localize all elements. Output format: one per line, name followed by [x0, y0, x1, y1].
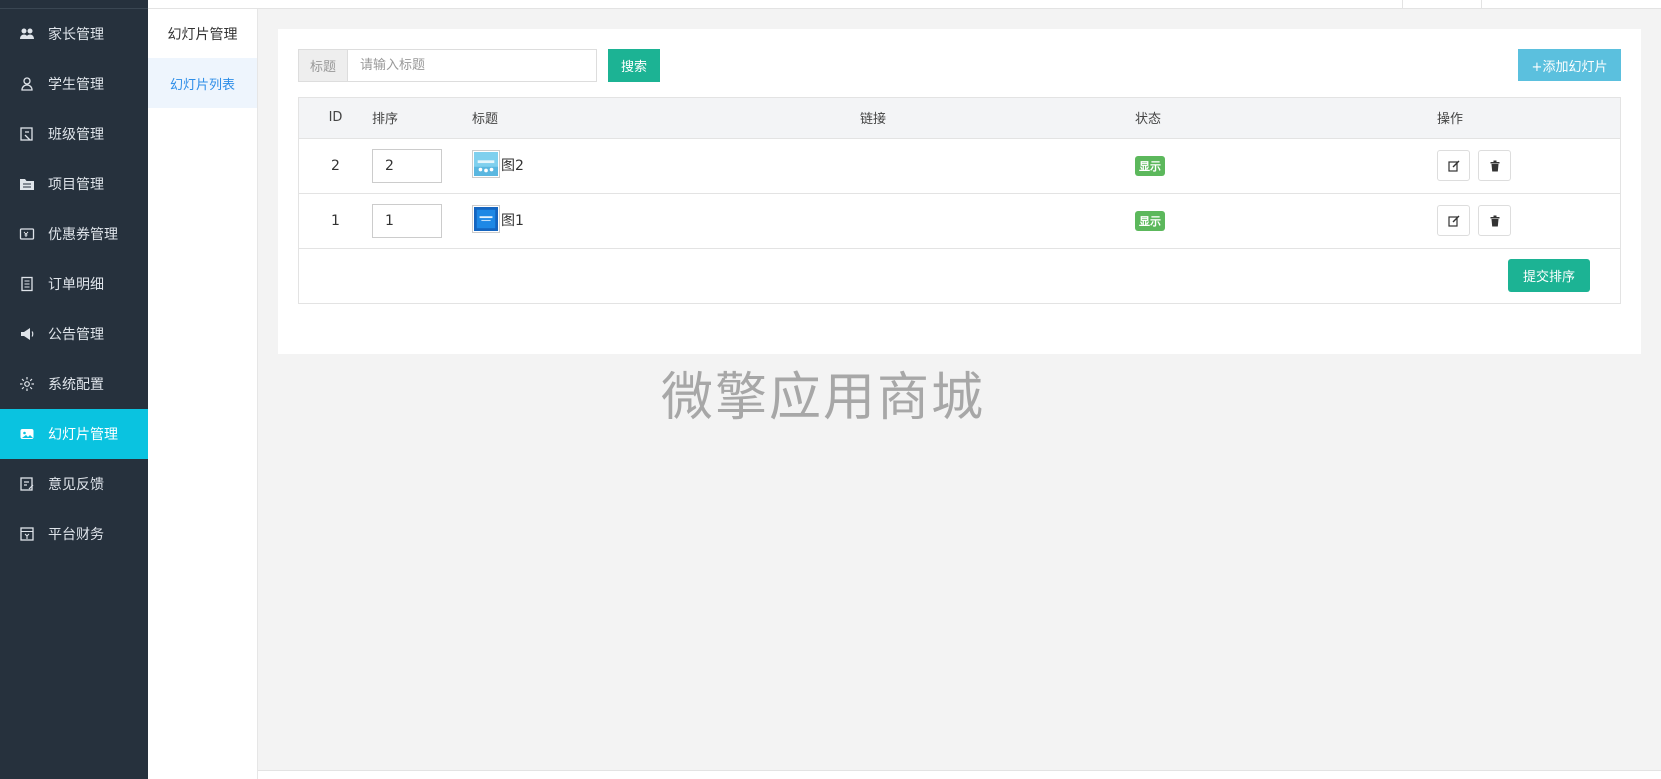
- sidebar-item-label: 幻灯片管理: [48, 427, 118, 443]
- slide-thumbnail: [472, 204, 500, 233]
- column-header-sort: 排序: [372, 98, 472, 139]
- sidebar-item-label: 平台财务: [48, 527, 104, 543]
- status-badge: 显示: [1135, 210, 1165, 231]
- sidebar-item-label: 公告管理: [48, 327, 104, 343]
- cell-sort: [372, 193, 472, 249]
- submit-sort-button[interactable]: 提交排序: [1508, 259, 1590, 293]
- gear-icon: [18, 375, 36, 393]
- edit-button[interactable]: [1437, 205, 1470, 236]
- parents-icon: [18, 25, 36, 43]
- megaphone-icon: [18, 325, 36, 343]
- user-icon: [18, 75, 36, 93]
- sidebar-top-strip: [0, 0, 148, 9]
- edit-icon: [1447, 160, 1459, 172]
- cell-title: 图1: [472, 193, 860, 249]
- sidebar-item-label: 学生管理: [48, 77, 104, 93]
- table-row: 2 图2 显示: [299, 138, 1620, 194]
- watermark: 微擎应用商城: [661, 368, 986, 428]
- sidebar-item-classes[interactable]: 班级管理: [0, 109, 148, 159]
- column-header-link: 链接: [860, 98, 1135, 139]
- add-slide-button[interactable]: +添加幻灯片: [1518, 49, 1621, 81]
- cell-status: 显示: [1135, 193, 1437, 249]
- search-bar: 标题 搜索: [298, 49, 660, 82]
- slide-title: 图1: [501, 212, 524, 229]
- coupon-icon: [18, 225, 36, 243]
- cell-status: 显示: [1135, 138, 1437, 194]
- top-bar-divider: [1481, 0, 1482, 8]
- table-header-row: ID 排序 标题 链接 状态 操作: [299, 98, 1620, 139]
- order-icon: [18, 275, 36, 293]
- slide-thumbnail: [472, 149, 500, 178]
- sidebar-item-parents[interactable]: 家长管理: [0, 9, 148, 59]
- content-panel: 标题 搜索 +添加幻灯片 ID 排序 标题 链接 状态 操作 2: [278, 29, 1641, 354]
- column-header-status: 状态: [1135, 98, 1437, 139]
- sidebar-item-orders[interactable]: 订单明细: [0, 259, 148, 309]
- cell-id: 2: [299, 138, 372, 194]
- delete-button[interactable]: [1478, 205, 1512, 236]
- status-badge: 显示: [1135, 155, 1165, 176]
- delete-button[interactable]: [1478, 150, 1512, 181]
- table-footer-row: 提交排序: [299, 248, 1620, 303]
- sub-sidebar-title: 幻灯片管理: [167, 26, 238, 43]
- feedback-icon: [18, 475, 36, 493]
- table-footer-cell: 提交排序: [299, 248, 1620, 303]
- slides-icon: [18, 425, 36, 443]
- sub-sidebar-item-slide-list[interactable]: 幻灯片列表: [148, 58, 257, 108]
- cell-link: [860, 193, 1135, 249]
- sidebar-item-finance[interactable]: 平台财务: [0, 509, 148, 559]
- sidebar-item-label: 意见反馈: [48, 477, 104, 493]
- class-icon: [18, 125, 36, 143]
- table-row: 1 图1 显示: [299, 193, 1620, 249]
- sort-order-input[interactable]: [372, 203, 442, 238]
- cell-actions: [1437, 193, 1620, 249]
- bottom-bar: [258, 770, 1661, 779]
- sidebar-item-label: 项目管理: [48, 177, 104, 193]
- cell-link: [860, 138, 1135, 194]
- cell-actions: [1437, 138, 1620, 194]
- search-input[interactable]: [347, 49, 597, 82]
- sidebar-item-label: 班级管理: [48, 127, 104, 143]
- sidebar-item-coupons[interactable]: 优惠券管理: [0, 209, 148, 259]
- sidebar-item-students[interactable]: 学生管理: [0, 59, 148, 109]
- edit-button[interactable]: [1437, 150, 1470, 181]
- trash-icon: [1490, 160, 1500, 171]
- column-header-title: 标题: [472, 98, 860, 139]
- sidebar-item-label: 家长管理: [48, 27, 104, 43]
- slide-title: 图2: [501, 157, 524, 174]
- cell-title: 图2: [472, 138, 860, 194]
- sidebar-item-projects[interactable]: 项目管理: [0, 159, 148, 209]
- sidebar-item-announcements[interactable]: 公告管理: [0, 309, 148, 359]
- sidebar-item-slides[interactable]: 幻灯片管理: [0, 409, 148, 459]
- cell-id: 1: [299, 193, 372, 249]
- top-bar-divider: [1402, 0, 1403, 8]
- sidebar-item-label: 优惠券管理: [48, 227, 118, 243]
- edit-icon: [1447, 215, 1459, 227]
- sub-sidebar: 幻灯片管理 幻灯片列表: [148, 9, 258, 779]
- column-header-id: ID: [299, 98, 372, 139]
- sort-order-input[interactable]: [372, 148, 442, 183]
- folder-icon: [18, 175, 36, 193]
- search-label: 标题: [298, 49, 347, 82]
- cell-sort: [372, 138, 472, 194]
- column-header-actions: 操作: [1437, 98, 1620, 139]
- sidebar-item-label: 订单明细: [48, 277, 104, 293]
- sidebar-item-settings[interactable]: 系统配置: [0, 359, 148, 409]
- trash-icon: [1490, 215, 1500, 226]
- finance-icon: [18, 525, 36, 543]
- sidebar: 家长管理 学生管理 班级管理 项目管理 优惠券管理 订单明细 公告管理 系统配置…: [0, 9, 148, 779]
- search-button[interactable]: 搜索: [608, 49, 660, 82]
- top-bar: [148, 0, 1661, 9]
- sidebar-item-label: 系统配置: [48, 377, 104, 393]
- slides-table: ID 排序 标题 链接 状态 操作 2 图2: [298, 97, 1621, 304]
- sidebar-item-feedback[interactable]: 意见反馈: [0, 459, 148, 509]
